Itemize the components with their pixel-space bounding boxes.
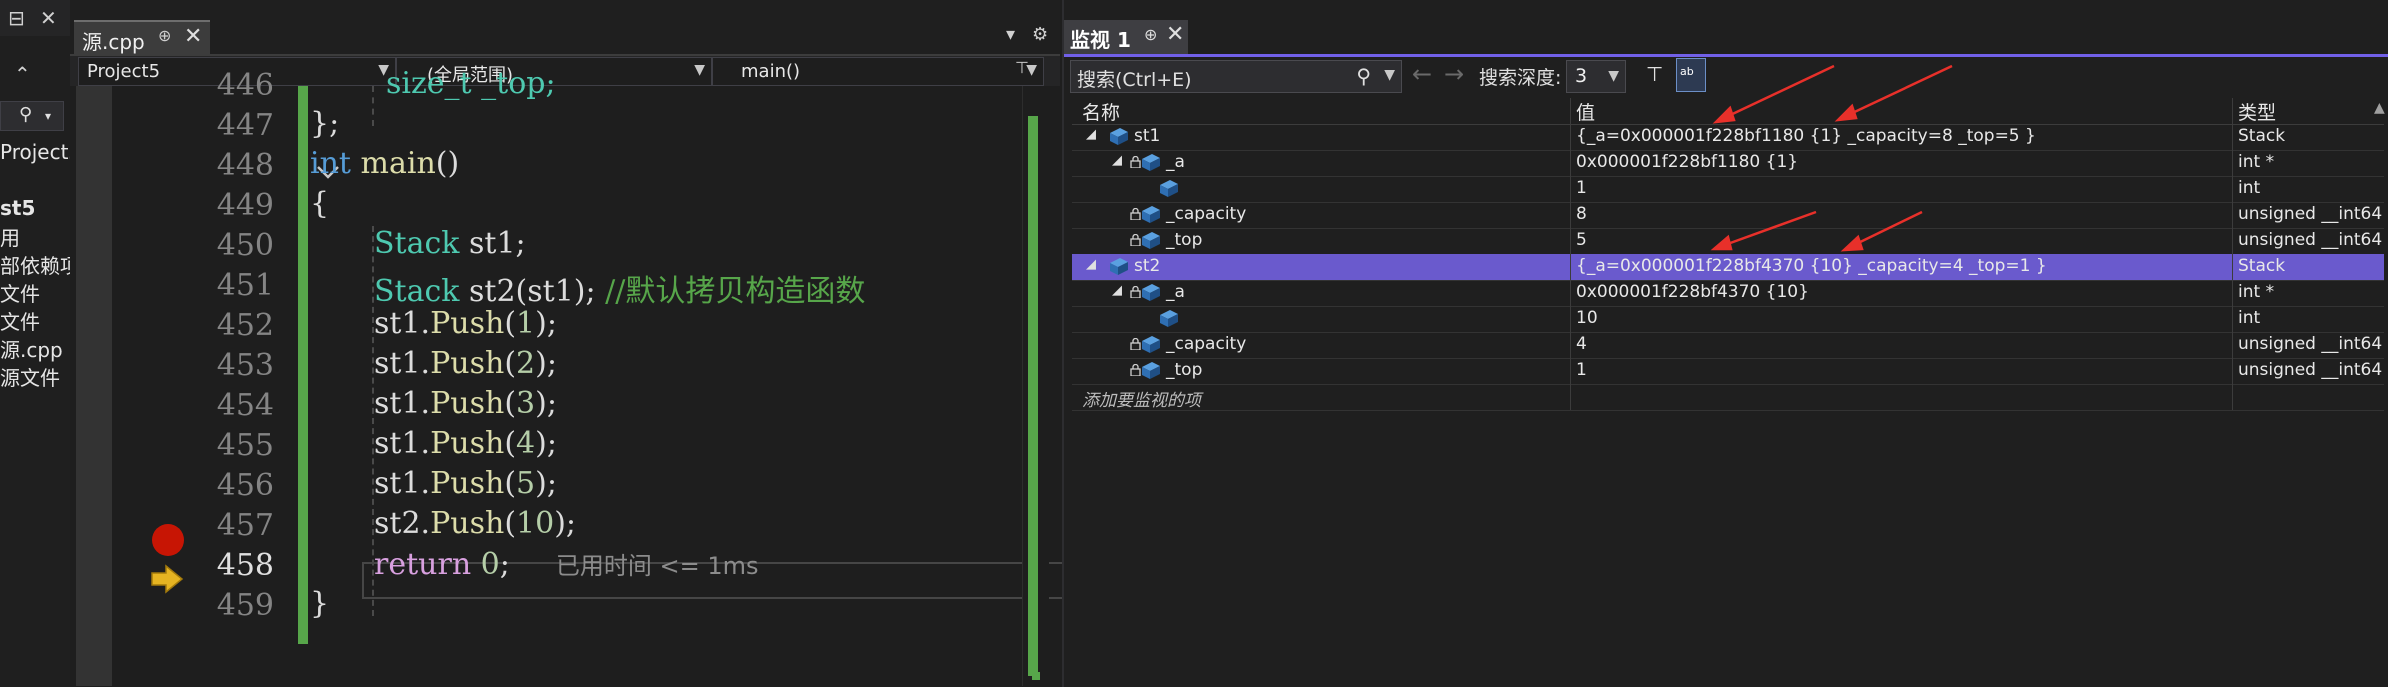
- code-line-450: Stack st1;: [374, 226, 526, 261]
- solution-explorer-toolbar-row: ⌃: [0, 62, 70, 92]
- tree-item[interactable]: 部依赖项: [0, 250, 80, 279]
- tree-item[interactable]: 文件: [0, 306, 40, 335]
- scroll-up-icon[interactable]: ▲: [2374, 100, 2385, 116]
- line-number: 450: [216, 228, 274, 263]
- line-number: 454: [216, 388, 274, 423]
- chevron-down-icon[interactable]: ▾: [45, 109, 51, 123]
- tree-item-source-file[interactable]: 源.cpp: [0, 334, 63, 363]
- annotation-arrow: [1710, 210, 1817, 251]
- tab-source-cpp[interactable]: 源.cpp ⊕ ✕: [74, 20, 210, 54]
- solution-explorer-toolbar: ⊟ ✕: [0, 0, 70, 36]
- elapsed-time-hint: 已用时间 <= 1ms: [555, 552, 759, 580]
- tree-item[interactable]: 源文件: [0, 362, 60, 391]
- watch-value[interactable]: 10: [1576, 308, 1598, 328]
- watch-type: unsigned __int64: [2238, 360, 2383, 380]
- code-line-453: st1.Push(2);: [374, 346, 557, 381]
- code-line-457: st2.Push(10);: [374, 506, 577, 541]
- code-line-458: return 0; 已用时间 <= 1ms: [374, 547, 759, 582]
- code-line-449: {: [310, 186, 330, 221]
- function-dropdown-label: main(): [741, 61, 801, 82]
- tree-item-selected[interactable]: st5: [0, 196, 35, 220]
- code-line-454: st1.Push(3);: [374, 386, 557, 421]
- code-line-451: Stack st2(st1); //默认拷贝构造函数: [374, 274, 866, 309]
- line-number-current: 458: [216, 548, 274, 583]
- tree-item[interactable]: 文件: [0, 278, 40, 307]
- solution-search-box[interactable]: ⚲ ▾: [0, 101, 64, 131]
- watch-window: 监视 1 ⊕ ✕ 搜索(Ctrl+E) ⚲ ▼ ← → 搜索深度: 3 ▼ ⊤ …: [1062, 0, 2388, 687]
- code-line-452: st1.Push(1);: [374, 306, 557, 341]
- tab-label: 源.cpp: [82, 30, 145, 54]
- watch-value[interactable]: 1: [1576, 360, 1587, 380]
- pin-icon[interactable]: ⊟: [8, 6, 25, 30]
- code-text-area[interactable]: size_t _top; }; int main() { Stack st1; …: [310, 66, 1030, 686]
- watch-row-deref[interactable]: 10 int: [1072, 306, 2384, 333]
- code-line-446: size_t _top;: [386, 66, 556, 101]
- code-line-448: int main(): [310, 146, 460, 181]
- line-number: 455: [216, 428, 274, 463]
- search-icon: ⚲: [19, 104, 33, 125]
- function-dropdown[interactable]: main() ▼: [712, 57, 1044, 86]
- line-number: 447: [216, 108, 274, 143]
- watch-row-capacity[interactable]: _capacity 4 unsigned __int64: [1072, 332, 2384, 359]
- line-number: 446: [216, 68, 274, 103]
- tree-item[interactable]: 用: [0, 222, 20, 251]
- code-line-455: st1.Push(4);: [374, 426, 557, 461]
- code-line-456: st1.Push(5);: [374, 466, 557, 501]
- object-icon: [1142, 336, 1160, 353]
- watch-name: _capacity: [1166, 334, 1247, 354]
- code-line-447: };: [310, 106, 340, 141]
- tree-item-project[interactable]: Project5: [0, 140, 81, 164]
- annotation-arrow: [1712, 64, 1835, 124]
- add-watch-placeholder[interactable]: 添加要监视的项: [1082, 386, 1201, 411]
- watch-value[interactable]: 4: [1576, 334, 1587, 354]
- code-line-459: }: [310, 586, 330, 621]
- line-number: 456: [216, 468, 274, 503]
- editor-scrollbar[interactable]: ⊤: [1015, 58, 1049, 686]
- gear-icon[interactable]: ⚙: [1032, 24, 1048, 45]
- line-number: 448: [216, 148, 274, 183]
- line-number: 453: [216, 348, 274, 383]
- annotation-arrow: [1834, 64, 1953, 122]
- scrollbar-thumb[interactable]: [1028, 116, 1038, 676]
- code-editor: 源.cpp ⊕ ✕ ▾ ⚙ Project5 ▼ (全局范围) ▼ main()…: [70, 0, 1092, 687]
- close-icon[interactable]: ✕: [40, 6, 57, 30]
- watch-name: _top: [1166, 360, 1203, 380]
- collapse-icon[interactable]: ⌃: [14, 62, 31, 86]
- add-watch-row[interactable]: 添加要监视的项: [1072, 384, 2384, 411]
- line-number: 451: [216, 268, 274, 303]
- line-number: 449: [216, 188, 274, 223]
- object-icon: [1142, 362, 1160, 379]
- annotation-arrows: [1710, 64, 1953, 252]
- line-number: 457: [216, 508, 274, 543]
- split-icon[interactable]: ⊤: [1015, 58, 1029, 77]
- watch-type: unsigned __int64: [2238, 334, 2383, 354]
- change-tracking-bar: [298, 86, 308, 644]
- tab-overflow-icon[interactable]: ▾: [1006, 24, 1015, 45]
- close-icon[interactable]: ✕: [184, 24, 202, 49]
- pin-icon[interactable]: ⊕: [158, 26, 171, 45]
- watch-type: int: [2238, 308, 2261, 328]
- solution-explorer-panel: ⊟ ✕ ⌃ ⚲ ▾ Project5 st5 用 部依赖项 文件 文件 源.cp…: [0, 0, 81, 687]
- chevron-down-icon: ▼: [694, 62, 705, 78]
- object-icon: [1160, 310, 1178, 327]
- annotation-arrow: [1840, 210, 1923, 252]
- watch-row-top[interactable]: _top 1 unsigned __int64: [1072, 358, 2384, 385]
- scrollbar-marker: [1032, 672, 1040, 680]
- editor-tab-strip: 源.cpp ⊕ ✕ ▾ ⚙: [70, 0, 1060, 56]
- glyph-margin[interactable]: [76, 86, 112, 686]
- line-number: 452: [216, 308, 274, 343]
- line-number: 459: [216, 588, 274, 623]
